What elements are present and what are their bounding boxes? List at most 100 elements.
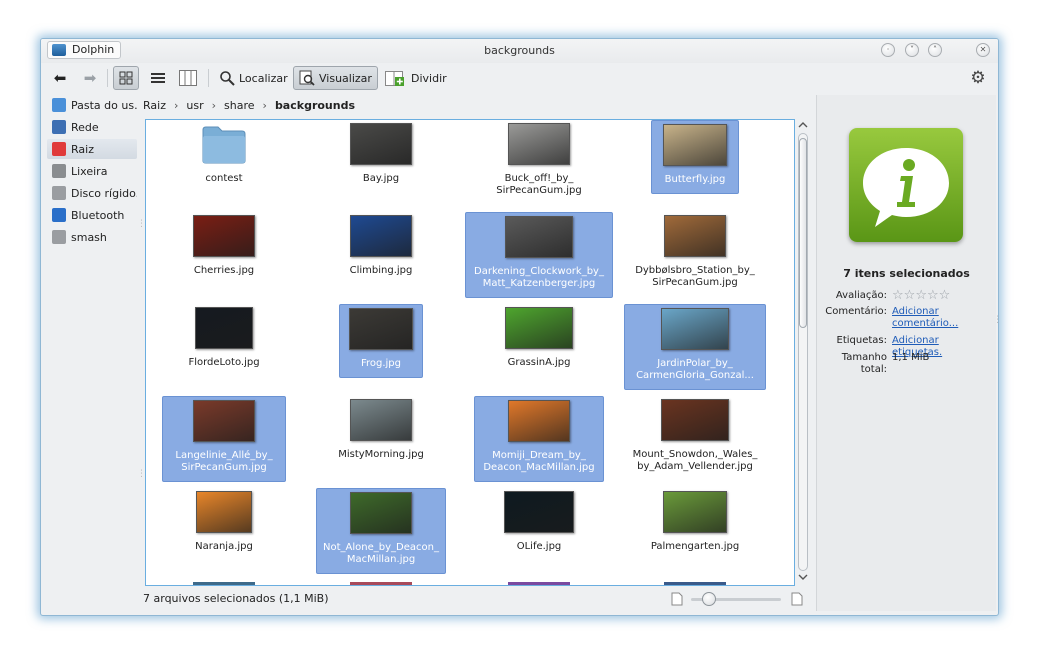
size-value: 1,1 MiB [892, 352, 930, 363]
file-name: GrassinA.jpg [507, 357, 571, 368]
file-name: Butterfly.jpg [664, 174, 726, 185]
chevron-up-icon[interactable] [796, 119, 810, 131]
file-item[interactable]: MistyMorning.jpg [306, 396, 456, 470]
back-button[interactable]: ⬅ [49, 66, 71, 90]
breadcrumb-item[interactable]: usr [186, 99, 203, 112]
file-item[interactable]: Palmengarten.jpg [620, 488, 770, 562]
image-thumbnail [664, 582, 726, 585]
file-item[interactable]: Naranja.jpg [149, 488, 299, 562]
place-label: smash [71, 230, 107, 244]
details-view-button[interactable] [145, 66, 171, 90]
place-item[interactable]: Pasta do us... [47, 95, 137, 115]
gear-icon: ⚙ [970, 68, 986, 88]
root-folder-icon [52, 142, 66, 156]
vertical-scrollbar[interactable] [796, 119, 810, 586]
add-comment-link[interactable]: Adicionar comentário... [892, 306, 992, 330]
image-thumbnail [508, 123, 570, 165]
preview-button[interactable]: Visualizar [293, 66, 378, 90]
file-item[interactable]: FlordeLoto.jpg [149, 304, 299, 378]
find-button[interactable]: Localizar [215, 66, 292, 90]
place-item[interactable]: smash [47, 227, 137, 247]
file-name: Bay.jpg [362, 173, 400, 184]
image-thumbnail [508, 400, 570, 442]
file-name: Buck_off!_by_ SirPecanGum.jpg [496, 173, 582, 196]
star-icon[interactable]: ☆ [927, 288, 939, 303]
star-icon[interactable]: ☆ [915, 288, 927, 303]
file-item[interactable]: Bay.jpg [306, 120, 456, 194]
star-icon[interactable]: ☆ [904, 288, 916, 303]
file-name: Not_Alone_by_Deacon_ MacMillan.jpg [323, 542, 439, 565]
file-item[interactable]: Butterfly.jpg [651, 120, 739, 194]
file-item[interactable]: Frog.jpg [339, 304, 423, 378]
home-folder-icon [52, 98, 66, 112]
zoom-out-icon[interactable] [671, 592, 683, 606]
dolphin-window: Dolphin backgrounds · ˅ ˄ ✕ ⬅ ➡ Localiza… [40, 38, 999, 616]
star-icon[interactable]: ☆ [939, 288, 951, 303]
folder-item[interactable]: contest [149, 120, 299, 194]
file-item[interactable]: Cherries.jpg [149, 212, 299, 286]
control-menu-button[interactable]: ⚙ [965, 66, 991, 90]
file-view[interactable]: contest Bay.jpg Buck_off!_by_ SirPecanGum.… [145, 119, 795, 586]
file-name: Palmengarten.jpg [650, 541, 740, 552]
help-button[interactable]: · [881, 43, 895, 57]
image-thumbnail [193, 215, 255, 257]
zoom-slider-handle[interactable] [702, 592, 716, 606]
image-thumbnail [661, 399, 729, 441]
size-label: Tamanho total: [841, 352, 887, 375]
splitter-handle[interactable]: ⋮ [993, 315, 998, 325]
file-item[interactable]: Langelinie_Allé_by_ SirPecanGum.jpg [162, 396, 286, 482]
file-item[interactable]: GrassinA.jpg [464, 304, 614, 378]
maximize-button[interactable]: ˄ [928, 43, 942, 57]
forward-button[interactable]: ➡ [79, 66, 101, 90]
zoom-in-icon[interactable] [791, 592, 803, 606]
image-thumbnail [663, 491, 727, 533]
chevron-down-icon[interactable] [796, 571, 810, 583]
columns-view-button[interactable] [175, 66, 201, 90]
image-thumbnail [193, 400, 255, 442]
scroll-thumb[interactable] [799, 138, 807, 328]
file-item[interactable]: OLife.jpg [464, 488, 614, 562]
file-name: Cherries.jpg [193, 265, 255, 276]
comment-label: Comentário: [825, 306, 887, 317]
place-label: Disco rígido... [71, 186, 137, 200]
place-item[interactable]: Rede [47, 117, 137, 137]
breadcrumb-item[interactable]: backgrounds [275, 99, 355, 112]
breadcrumb-separator-icon: › [262, 98, 267, 112]
place-item[interactable]: Lixeira [47, 161, 137, 181]
file-name: Langelinie_Allé_by_ SirPecanGum.jpg [175, 450, 273, 473]
image-thumbnail [350, 492, 412, 534]
breadcrumb-item[interactable]: Raiz [143, 99, 166, 112]
file-item[interactable]: Buck_off!_by_ SirPecanGum.jpg [464, 120, 614, 206]
status-text: 7 arquivos selecionados (1,1 MiB) [143, 592, 329, 605]
file-item[interactable]: Momiji_Dream_by_ Deacon_MacMillan.jpg [474, 396, 604, 482]
bluetooth-icon [52, 208, 66, 222]
close-button[interactable]: ✕ [976, 43, 990, 57]
information-panel: 7 itens selecionados Avaliação: ☆☆☆☆☆ Co… [816, 95, 998, 611]
folder-icon [202, 124, 246, 164]
icons-view-button[interactable] [113, 66, 139, 90]
arrow-right-icon: ➡ [83, 69, 97, 87]
image-thumbnail [664, 215, 726, 257]
file-item[interactable]: Not_Alone_by_Deacon_ MacMillan.jpg [316, 488, 446, 574]
zoom-control[interactable] [671, 592, 811, 606]
star-icon[interactable]: ☆ [892, 288, 904, 303]
file-name: FlordeLoto.jpg [188, 357, 260, 368]
trash-icon [52, 164, 66, 178]
file-item[interactable]: Darkening_Clockwork_by_ Matt_Katzenberge… [465, 212, 613, 298]
rating-stars[interactable]: ☆☆☆☆☆ [892, 288, 992, 303]
file-item[interactable]: Dybbølsbro_Station_by_ SirPecanGum.jpg [620, 212, 770, 298]
image-thumbnail [350, 215, 412, 257]
file-item[interactable]: Mount_Snowdon,_Wales_ by_Adam_Vellender.… [620, 396, 770, 482]
split-button[interactable]: Dividir [381, 66, 451, 90]
file-item[interactable]: Climbing.jpg [306, 212, 456, 286]
image-thumbnail [508, 582, 570, 585]
image-thumbnail [505, 216, 573, 258]
breadcrumb-item[interactable]: share [224, 99, 255, 112]
minimize-button[interactable]: ˅ [905, 43, 919, 57]
file-name: Climbing.jpg [349, 265, 413, 276]
place-item[interactable]: Disco rígido... [47, 183, 137, 203]
place-item[interactable]: Raiz [47, 139, 137, 159]
image-thumbnail [195, 307, 253, 349]
place-item[interactable]: Bluetooth [47, 205, 137, 225]
file-item[interactable]: JardinPolar_by_ CarmenGloria_Gonzal... [624, 304, 766, 390]
